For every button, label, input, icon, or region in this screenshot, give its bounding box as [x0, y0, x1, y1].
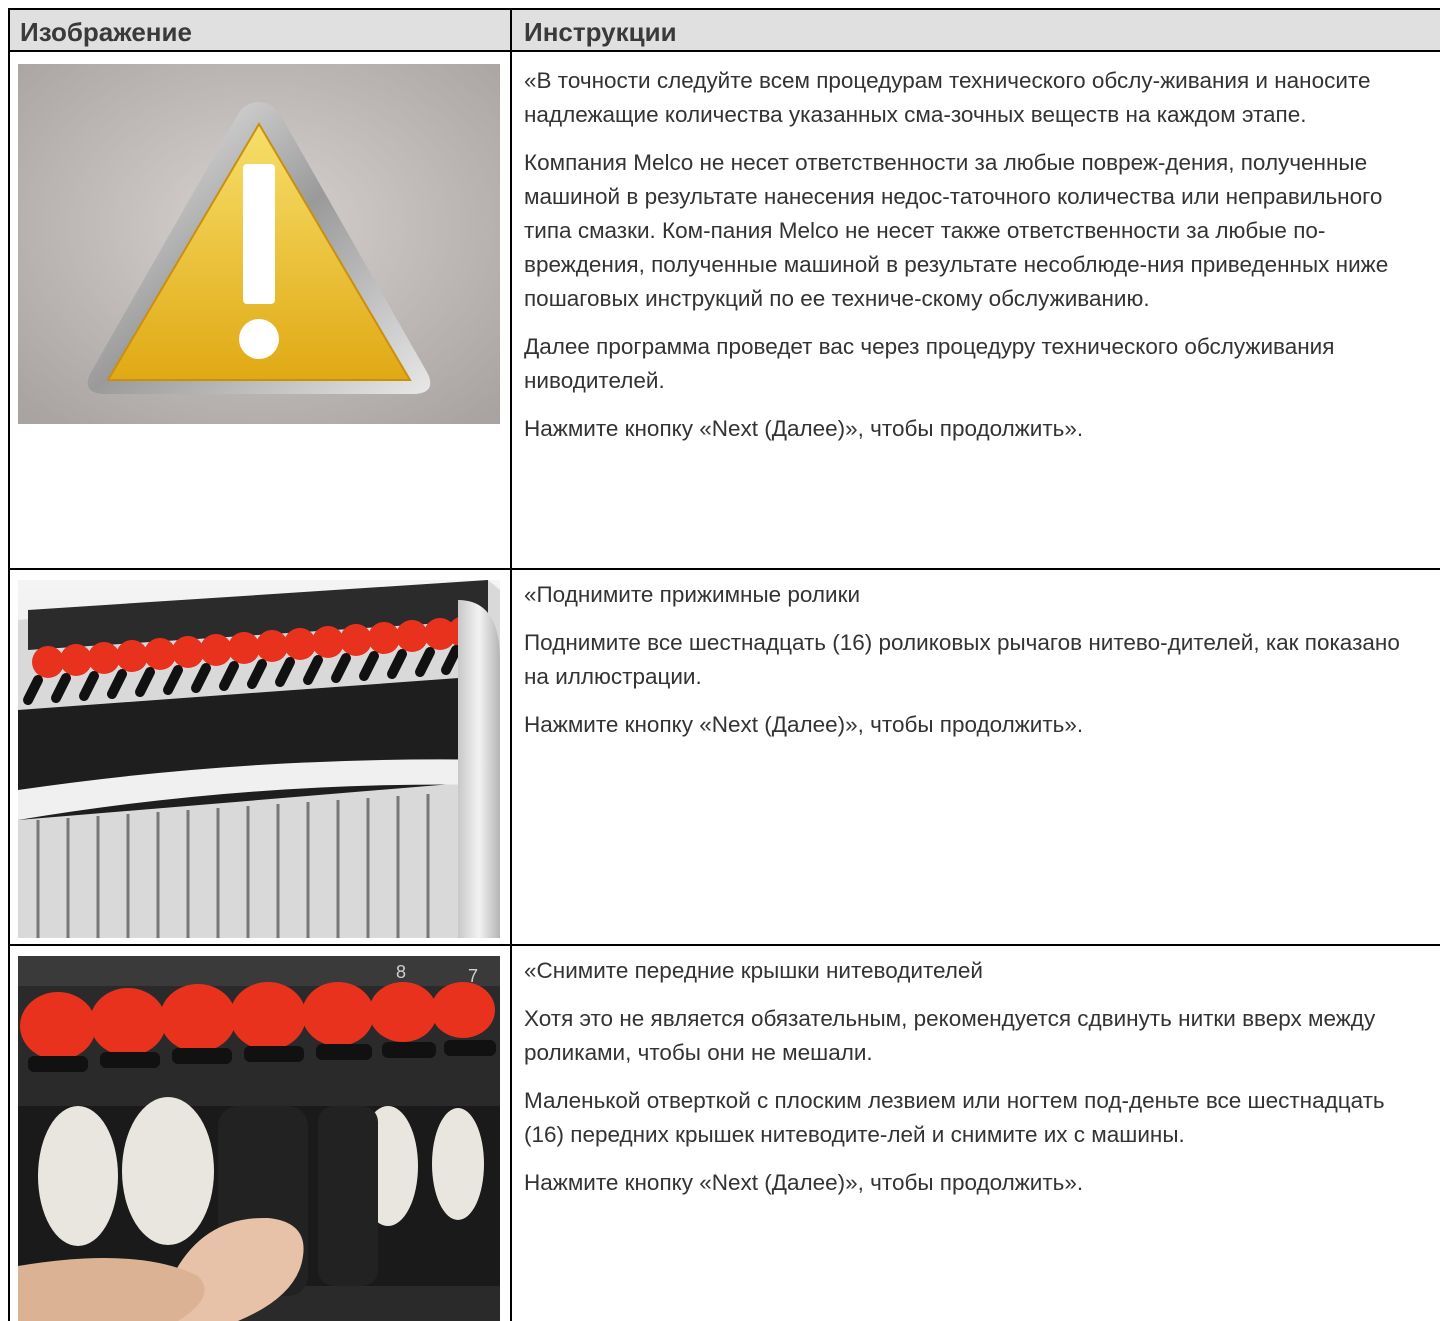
row-1-paragraph: Компания Melco не несет ответственности …: [524, 150, 1389, 311]
table-border-top: [8, 8, 1440, 10]
row-1-paragraph: Нажмите кнопку «Next (Далее)», чтобы про…: [524, 416, 1084, 441]
row-3-paragraph: «Снимите передние крышки нитеводителей: [524, 958, 983, 983]
machine-label-8: 8: [396, 962, 406, 982]
row-2-instructions: «Поднимите прижимные ролики Поднимите вс…: [524, 578, 1424, 756]
row-3-instructions: «Снимите передние крышки нитеводителей Х…: [524, 954, 1424, 1214]
row-3-paragraph: Маленькой отверткой с плоским лезвием ил…: [524, 1088, 1385, 1147]
header-image-label: Изображение: [20, 17, 192, 47]
header-instructions-label: Инструкции: [524, 17, 677, 47]
row-2-paragraph: Нажмите кнопку «Next (Далее)», чтобы про…: [524, 712, 1084, 737]
header-image-cell: Изображение: [10, 10, 510, 50]
header-divider: [8, 50, 1440, 52]
row-3-paragraph: Хотя это не является обязательным, реком…: [524, 1006, 1376, 1065]
row-3-paragraph: Нажмите кнопку «Next (Далее)», чтобы про…: [524, 1170, 1084, 1195]
table-border-left: [8, 8, 10, 1321]
row-1-paragraph: Далее программа проведет вас через проце…: [524, 334, 1335, 393]
thread-guide-cover-removal-photo: 8 7: [18, 956, 500, 1321]
row-2-paragraph: «Поднимите прижимные ролики: [524, 582, 861, 607]
row-divider-1: [8, 568, 1440, 570]
column-divider: [510, 8, 512, 1321]
thread-take-up-rollers-photo: [18, 580, 500, 938]
row-2-paragraph: Поднимите все шестнадцать (16) роликовых…: [524, 630, 1400, 689]
warning-triangle-icon: [18, 64, 500, 424]
header-instructions-cell: Инструкции: [512, 10, 1440, 50]
row-divider-2: [8, 944, 1440, 946]
row-1-paragraph: «В точности следуйте всем процедурам тех…: [524, 68, 1371, 127]
row-1-instructions: «В точности следуйте всем процедурам тех…: [524, 64, 1424, 460]
